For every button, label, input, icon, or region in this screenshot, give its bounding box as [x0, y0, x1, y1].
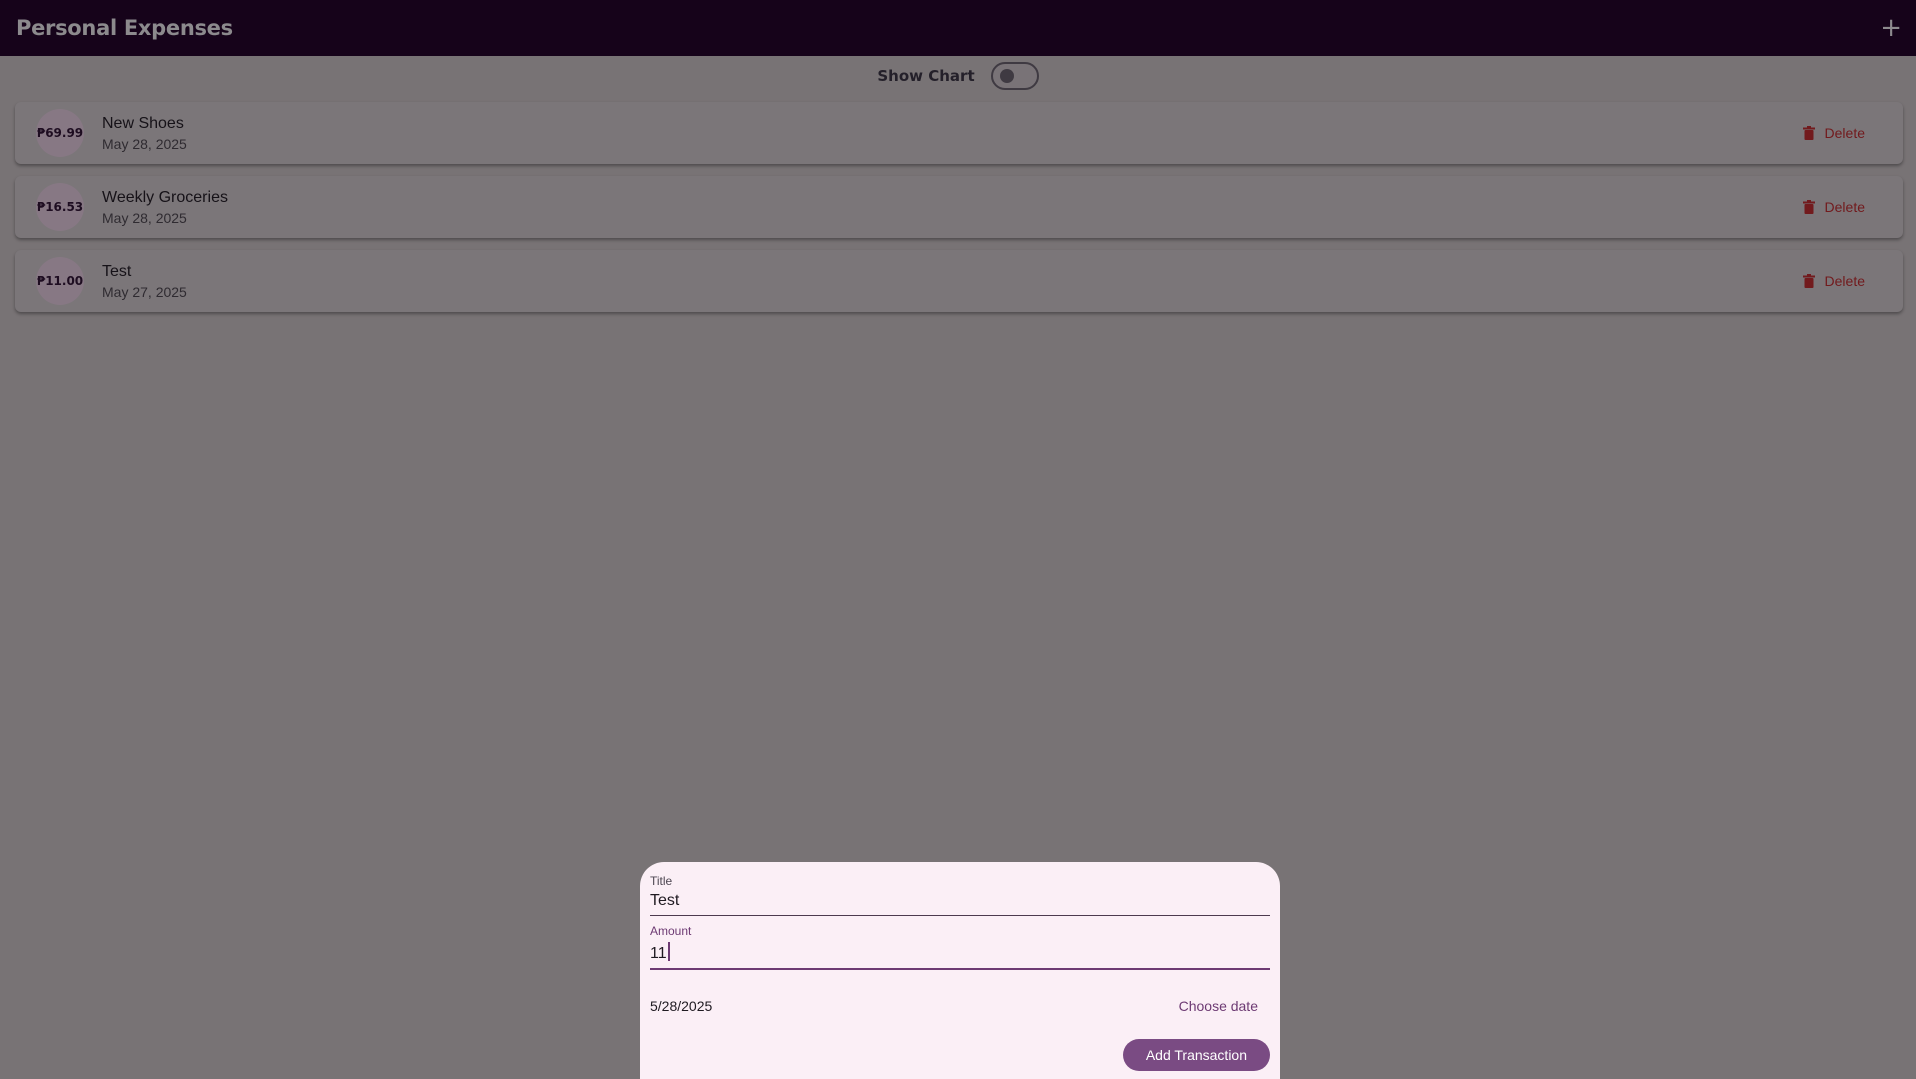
title-field-label: Title: [650, 874, 673, 888]
transaction-info: Weekly Groceries May 28, 2025: [102, 189, 228, 226]
show-chart-row: Show Chart: [0, 58, 1916, 94]
new-transaction-sheet: Title Test Amount 11 5/28/2025 Choose da…: [640, 862, 1280, 1079]
selected-date: 5/28/2025: [650, 998, 713, 1014]
plus-icon[interactable]: +: [1880, 15, 1902, 41]
transaction-date: May 28, 2025: [102, 209, 187, 226]
trash-icon: [1802, 200, 1815, 214]
transaction-date: May 28, 2025: [102, 135, 187, 152]
app-bar: Personal Expenses +: [0, 0, 1916, 56]
title-field[interactable]: Title Test: [650, 874, 1270, 916]
delete-label: Delete: [1824, 199, 1865, 215]
transaction-card: ₱69.99 New Shoes May 28, 2025 Delete: [15, 102, 1903, 164]
trash-icon: [1802, 274, 1815, 288]
transaction-info: New Shoes May 28, 2025: [102, 115, 187, 152]
transaction-info: Test May 27, 2025: [102, 263, 187, 300]
choose-date-button[interactable]: Choose date: [1179, 998, 1258, 1014]
app-title: Personal Expenses: [16, 16, 233, 40]
delete-button[interactable]: Delete: [1802, 125, 1865, 141]
app-screen: Personal Expenses + Show Chart ₱69.99 Ne…: [0, 0, 1916, 1079]
show-chart-switch[interactable]: [990, 62, 1039, 90]
delete-button[interactable]: Delete: [1802, 199, 1865, 215]
amount-input[interactable]: 11: [650, 945, 667, 962]
transaction-date: May 27, 2025: [102, 283, 187, 300]
transaction-title: Weekly Groceries: [102, 188, 228, 206]
show-chart-label: Show Chart: [877, 67, 975, 85]
transaction-title: Test: [102, 262, 132, 280]
trash-icon: [1802, 126, 1815, 140]
amount-avatar: ₱11.00: [36, 257, 84, 305]
amount-field-label: Amount: [650, 924, 692, 938]
amount-field[interactable]: Amount 11: [650, 924, 1270, 970]
amount-avatar: ₱69.99: [36, 109, 84, 157]
transaction-card: ₱16.53 Weekly Groceries May 28, 2025 Del…: [15, 176, 1903, 238]
submit-row: Add Transaction: [650, 1039, 1270, 1071]
delete-label: Delete: [1824, 273, 1865, 289]
transaction-list: ₱69.99 New Shoes May 28, 2025 Delete ₱16…: [15, 102, 1903, 324]
delete-button[interactable]: Delete: [1802, 273, 1865, 289]
delete-label: Delete: [1824, 125, 1865, 141]
switch-knob: [999, 69, 1014, 83]
add-transaction-button[interactable]: Add Transaction: [1122, 1039, 1270, 1071]
title-input[interactable]: Test: [650, 892, 679, 915]
text-caret: [667, 942, 670, 961]
date-row: 5/28/2025 Choose date: [650, 998, 1270, 1014]
transaction-card: ₱11.00 Test May 27, 2025 Delete: [15, 250, 1903, 312]
transaction-title: New Shoes: [102, 114, 184, 132]
amount-input-wrap[interactable]: 11: [650, 942, 670, 968]
amount-avatar: ₱16.53: [36, 183, 84, 231]
